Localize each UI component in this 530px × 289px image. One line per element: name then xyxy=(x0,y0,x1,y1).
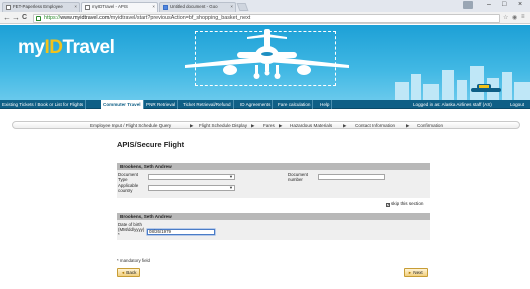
step-arrow-icon: ▶ xyxy=(190,123,194,128)
step-confirmation: Confirmation xyxy=(417,123,444,128)
lock-icon xyxy=(36,16,41,21)
user-profile-icon[interactable] xyxy=(463,1,473,9)
browser-tab-fet[interactable]: FET-Paperless Employee × xyxy=(2,2,80,12)
arrow-left-icon: ◄ xyxy=(121,270,125,275)
passenger-dob-section: Brookens, Seth Andrew Date of birth (MM/… xyxy=(117,213,430,240)
mandatory-field-note: * mandatory field xyxy=(117,258,150,263)
url-path: /myidtravel/start?previousAction=bf_shop… xyxy=(109,15,251,21)
address-bar[interactable]: https://www.myidtravel.com/myidtravel/st… xyxy=(33,14,500,23)
document-number-input[interactable] xyxy=(318,174,385,180)
bookmark-star-icon[interactable]: ☆ xyxy=(503,14,508,21)
close-icon[interactable]: × xyxy=(152,4,155,9)
step-flight-schedule-display: Flight Schedule Display xyxy=(199,123,248,128)
logged-in-status: Logged in as: Alaska Airlines staff (AS) xyxy=(413,102,492,107)
arrow-right-icon: ► xyxy=(408,270,412,275)
nav-fare-calculation[interactable]: Fare calculation xyxy=(276,100,314,109)
browser-toolbar: ← → C https://www.myidtravel.com/myidtra… xyxy=(0,12,530,24)
chevron-down-icon: ▼ xyxy=(229,185,233,190)
step-arrow-icon: ▶ xyxy=(406,123,410,128)
nav-pnr-retrieval[interactable]: PNR Retrieval xyxy=(144,100,179,109)
close-icon[interactable]: × xyxy=(74,4,77,9)
passenger-name-header: Brookens, Seth Andrew xyxy=(117,213,430,220)
logo-my: my xyxy=(18,37,45,58)
nav-existing-tickets[interactable]: Existing Tickets / Book or List for Flig… xyxy=(0,100,87,109)
menu-icon[interactable]: ≡ xyxy=(521,14,525,20)
minimize-icon[interactable]: – xyxy=(487,1,491,8)
new-tab-button[interactable] xyxy=(236,3,249,11)
nav-commuter-travel[interactable]: Commuter Travel xyxy=(101,100,144,109)
back-button-label: Back xyxy=(126,270,137,275)
browser-tab-myidtravel[interactable]: myIDTravel - APIS × xyxy=(81,2,158,12)
logout-link[interactable]: Logout xyxy=(510,100,524,109)
page-title: APIS/Secure Flight xyxy=(117,140,185,149)
document-icon xyxy=(163,5,168,10)
nav-help[interactable]: Help xyxy=(318,100,333,109)
nav-id-agreements[interactable]: ID Agreements xyxy=(238,100,274,109)
booking-steps-bar: Employee Input / Flight Schedule Query ▶… xyxy=(12,121,520,129)
document-number-label: Document number xyxy=(288,172,309,182)
nav-ticket-retrieval-refund[interactable]: Ticket Retrieval/Refund xyxy=(181,100,234,109)
page-icon xyxy=(85,5,90,10)
step-hazardous-materials: Hazardous Materials xyxy=(290,123,333,128)
page-icon xyxy=(6,5,11,10)
chevron-down-icon: ▼ xyxy=(229,174,233,179)
step-employee-input: Employee Input / Flight Schedule Query xyxy=(90,123,172,128)
step-arrow-icon: ▶ xyxy=(343,123,347,128)
skip-section-label: skip this section xyxy=(391,201,424,206)
browser-tab-bar: FET-Paperless Employee × myIDTravel - AP… xyxy=(0,0,530,12)
step-fares: Fares xyxy=(263,123,275,128)
airplane-icon xyxy=(185,29,349,79)
step-arrow-icon: ▶ xyxy=(251,123,255,128)
step-contact-information: Contact Information xyxy=(355,123,396,128)
browser-tab-google-doc[interactable]: Untitled document - Goo × xyxy=(159,2,236,12)
required-asterisk: * xyxy=(118,232,120,237)
reload-icon[interactable]: C xyxy=(22,13,27,23)
applicable-country-label: Applicable country xyxy=(118,183,139,193)
logo-travel: Travel xyxy=(62,37,115,58)
tab-label: FET-Paperless Employee xyxy=(13,4,63,9)
forward-arrow-icon[interactable]: → xyxy=(12,13,20,23)
passenger-document-section: Brookens, Seth Andrew Document Type ▼ Do… xyxy=(117,163,430,198)
city-skyline-icon xyxy=(395,66,530,100)
skip-section-checkbox[interactable]: ✔skip this section xyxy=(386,201,423,207)
document-type-select[interactable]: ▼ xyxy=(148,174,235,180)
document-type-label: Document Type xyxy=(118,172,139,182)
date-of-birth-input[interactable]: 08/26/1979 xyxy=(147,229,215,235)
close-icon[interactable]: × xyxy=(230,4,233,9)
step-arrow-icon: ▶ xyxy=(279,123,283,128)
tab-label: Untitled document - Goo xyxy=(170,4,218,9)
myidtravel-logo[interactable]: myIDTravel xyxy=(18,37,115,59)
extension-icon[interactable]: ◉ xyxy=(512,14,517,21)
url-host: www.myidtravel.com xyxy=(60,15,110,21)
back-arrow-icon[interactable]: ← xyxy=(3,13,11,23)
main-nav-bar: Existing Tickets / Book or List for Flig… xyxy=(0,100,530,109)
maximize-icon[interactable]: □ xyxy=(502,1,506,8)
url-scheme: https:// xyxy=(44,15,61,21)
checkbox-checked-icon[interactable]: ✔ xyxy=(386,202,390,207)
back-button[interactable]: ◄ Back xyxy=(117,268,140,277)
next-button-label: Next xyxy=(413,270,423,275)
passenger-name-header: Brookens, Seth Andrew xyxy=(117,163,430,170)
next-button[interactable]: ► Next xyxy=(404,268,428,277)
window-close-icon[interactable]: × xyxy=(518,1,522,8)
logo-id: ID xyxy=(44,37,63,58)
tab-label: myIDTravel - APIS xyxy=(92,4,128,9)
site-banner: myIDTravel xyxy=(0,25,530,100)
applicable-country-select[interactable]: ▼ xyxy=(148,185,235,191)
